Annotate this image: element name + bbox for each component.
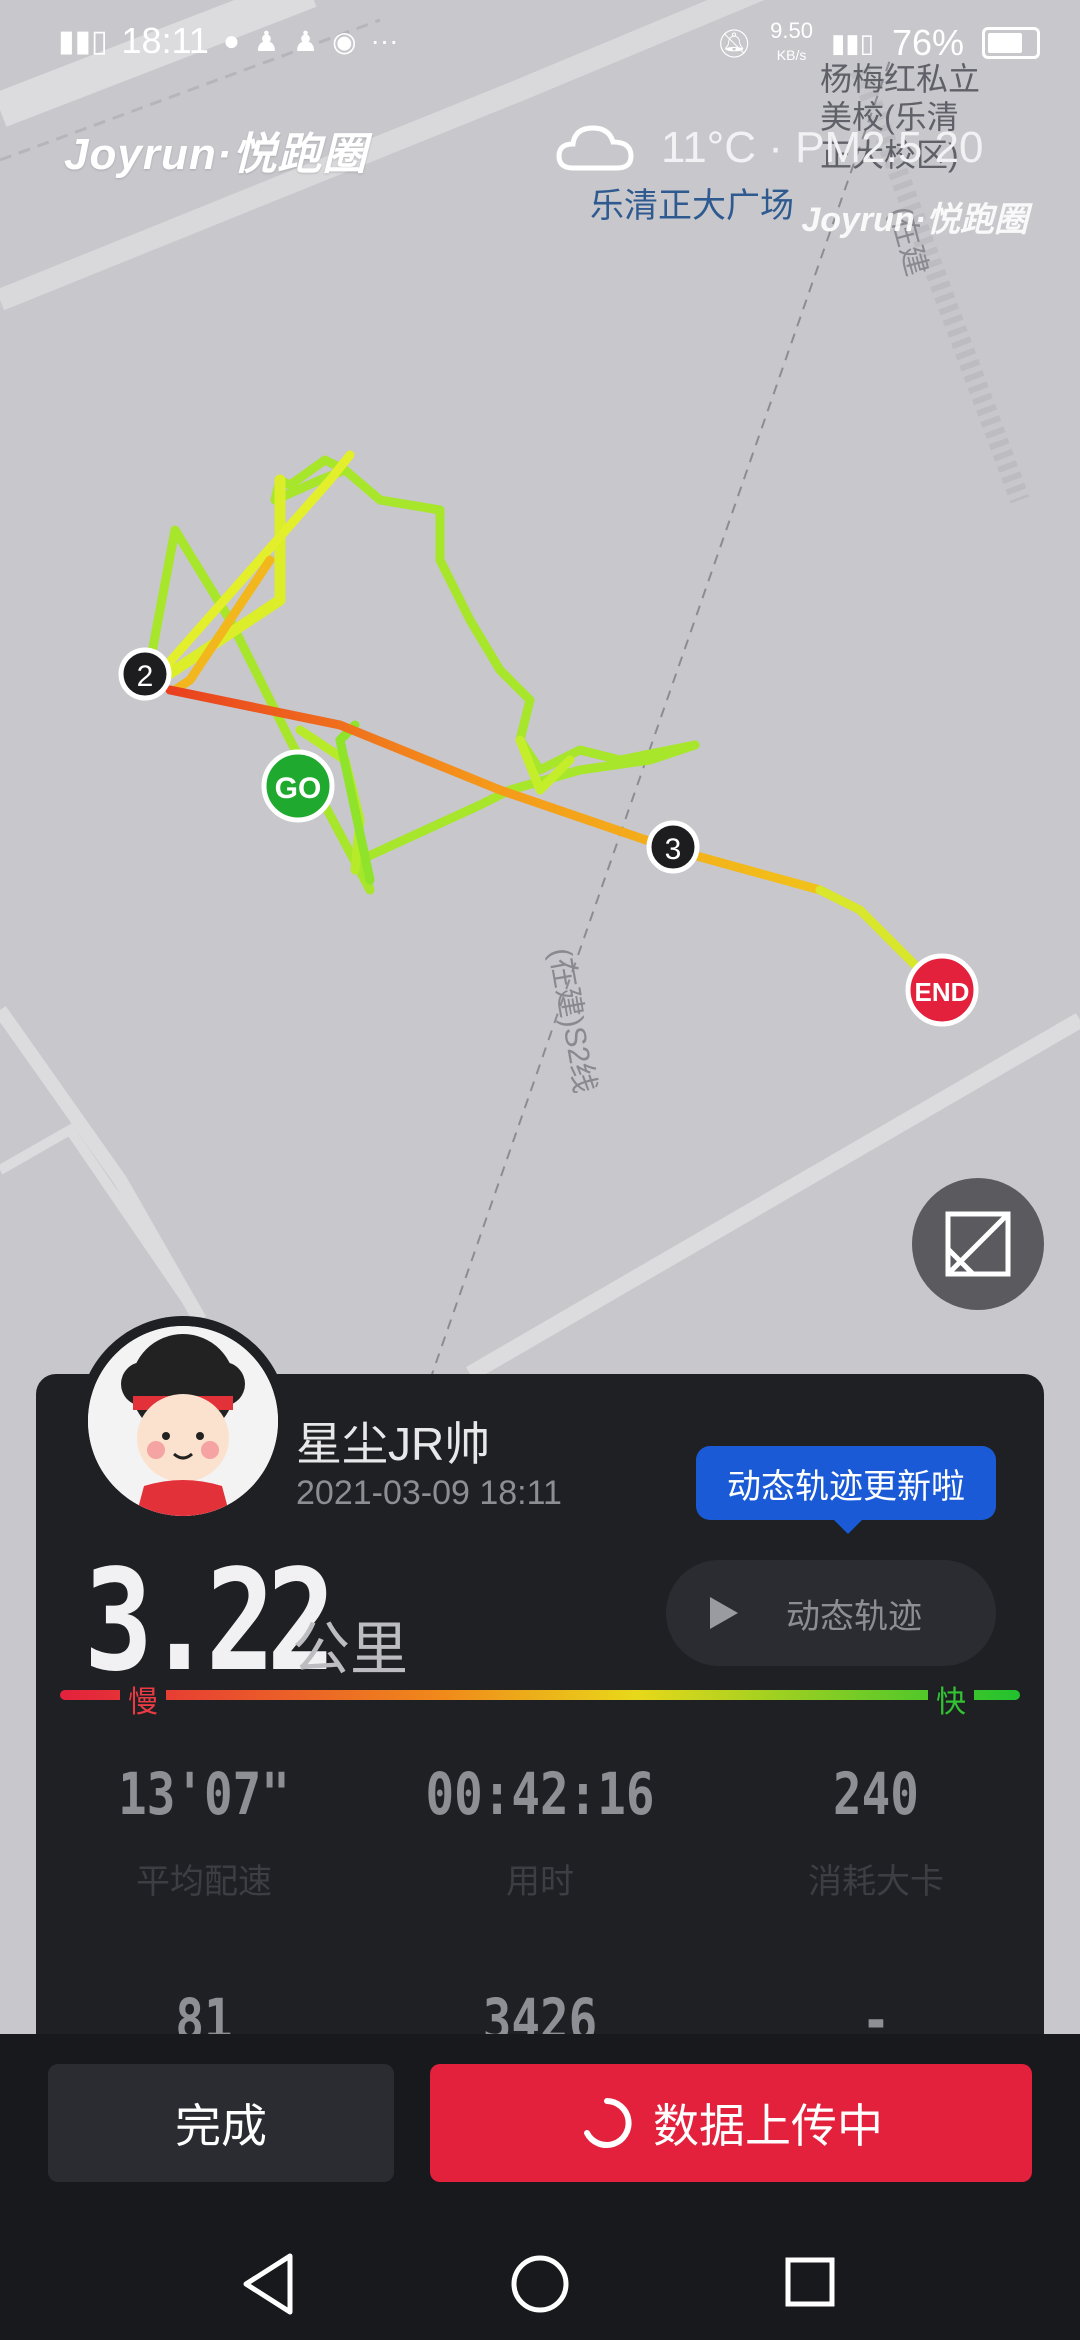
upload-button[interactable]: 数据上传中 xyxy=(430,2064,1032,2182)
start-marker[interactable]: GO xyxy=(261,749,335,823)
mute-icon: 🔕︎ xyxy=(716,27,753,59)
km-marker-2[interactable]: 2 xyxy=(118,647,172,701)
dynamic-track-button[interactable]: 动态轨迹 xyxy=(666,1560,996,1666)
username: 星尘JR帅 xyxy=(296,1418,491,1470)
app-icon: ◉ xyxy=(332,25,357,57)
distance-unit: 公里 xyxy=(292,1617,409,1682)
avatar[interactable] xyxy=(78,1316,288,1526)
stat-label: 平均配速 xyxy=(136,1863,272,1901)
stat-calories: 240 消耗大卡 xyxy=(716,1760,1036,1903)
poi-plaza-label: 乐清正大广场 xyxy=(590,187,794,225)
back-icon[interactable] xyxy=(243,2253,293,2315)
stat-value: 240 xyxy=(833,1760,919,1828)
recents-icon[interactable] xyxy=(785,2257,835,2307)
done-button[interactable]: 完成 xyxy=(48,2064,394,2182)
weather-info: 11°C · PM2.5 20 xyxy=(555,120,983,176)
dynamic-track-label: 动态轨迹 xyxy=(786,1597,922,1636)
stat-duration: 00:42:16 用时 xyxy=(380,1760,700,1903)
km-marker-3[interactable]: 3 xyxy=(646,820,700,874)
net-speed-value: 9.50 xyxy=(770,18,813,43)
qq-icon: ♟ xyxy=(253,25,279,57)
speed-fast-label: 快 xyxy=(928,1677,974,1721)
signal-icon: ▮▮▯ xyxy=(58,24,108,58)
speed-slow-label: 慢 xyxy=(120,1677,166,1721)
signal-icon-2: ▮▮▯ xyxy=(831,27,874,58)
fullscreen-icon xyxy=(945,1211,1011,1277)
stat-avg-pace: 13'07" 平均配速 xyxy=(44,1760,364,1903)
loading-spinner-icon xyxy=(584,2098,632,2148)
svg-text:3: 3 xyxy=(665,833,682,866)
stat-value: 00:42:16 xyxy=(425,1760,655,1828)
message-icon: ● xyxy=(222,25,240,56)
stat-label: 消耗大卡 xyxy=(808,1863,944,1901)
joyrun-watermark: Joyrun·悦跑圈 xyxy=(801,201,1028,239)
joyrun-logo: Joyrun·悦跑圈 xyxy=(64,130,368,179)
net-speed-unit: KB/s xyxy=(776,47,807,63)
net-speed: 9.50 KB/s xyxy=(770,20,813,66)
avatar-image xyxy=(88,1326,278,1516)
qq-icon-2: ♟ xyxy=(292,25,319,57)
play-icon xyxy=(710,1597,738,1629)
fullscreen-button[interactable] xyxy=(912,1178,1044,1310)
system-nav-bar xyxy=(243,2253,835,2315)
svg-text:2: 2 xyxy=(137,660,154,693)
battery-text: 76% xyxy=(891,22,964,63)
stat-value: 13'07" xyxy=(118,1760,290,1828)
svg-text:GO: GO xyxy=(275,772,322,805)
end-marker[interactable]: END xyxy=(905,953,979,1027)
battery-icon xyxy=(982,27,1040,59)
home-icon[interactable] xyxy=(511,2255,569,2313)
dynamic-track-tooltip[interactable]: 动态轨迹更新啦 xyxy=(696,1446,996,1534)
upload-label: 数据上传中 xyxy=(653,2100,883,2152)
stat-label: 用时 xyxy=(506,1863,574,1901)
svg-text:END: END xyxy=(915,977,970,1007)
weather-text: 11°C · PM2.5 20 xyxy=(661,123,984,172)
status-time: 18:11 xyxy=(121,20,209,61)
poi-school-line: 杨梅红私立 xyxy=(820,61,981,97)
cloud-icon xyxy=(556,125,634,171)
run-date: 2021-03-09 18:11 xyxy=(296,1474,562,1512)
more-icon: ··· xyxy=(370,25,399,56)
